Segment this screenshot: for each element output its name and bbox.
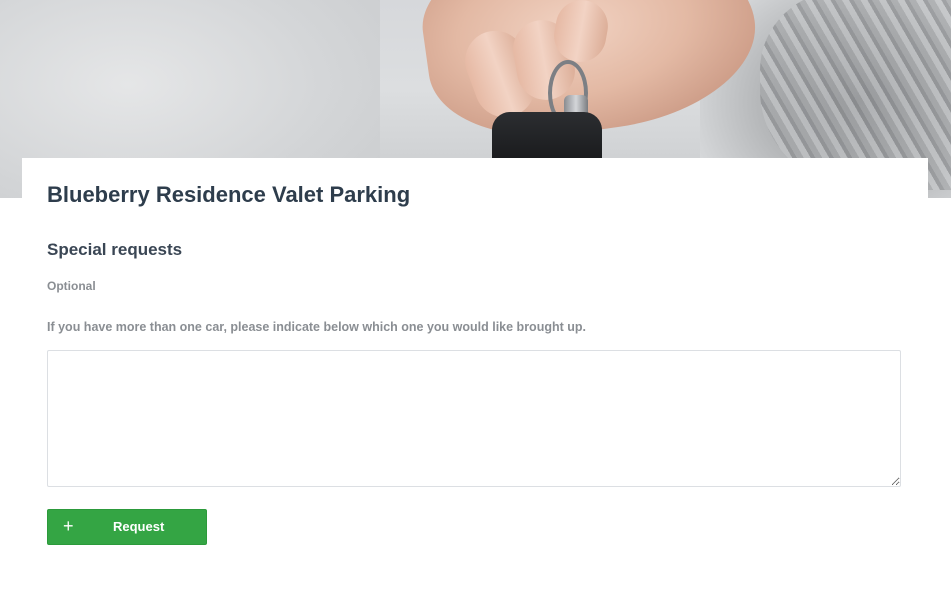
request-button[interactable]: + Request <box>47 509 207 545</box>
page-title: Blueberry Residence Valet Parking <box>47 182 411 207</box>
form-card: Blueberry Residence Valet Parking Specia… <box>22 158 928 593</box>
optional-label: Optional <box>47 279 96 293</box>
help-text: If you have more than one car, please in… <box>47 320 586 334</box>
section-title-special-requests: Special requests <box>47 240 183 259</box>
page: Blueberry Residence Valet Parking Specia… <box>0 0 951 593</box>
request-button-label: Request <box>113 519 165 534</box>
plus-icon: + <box>63 516 74 536</box>
special-requests-textarea[interactable] <box>47 350 901 487</box>
